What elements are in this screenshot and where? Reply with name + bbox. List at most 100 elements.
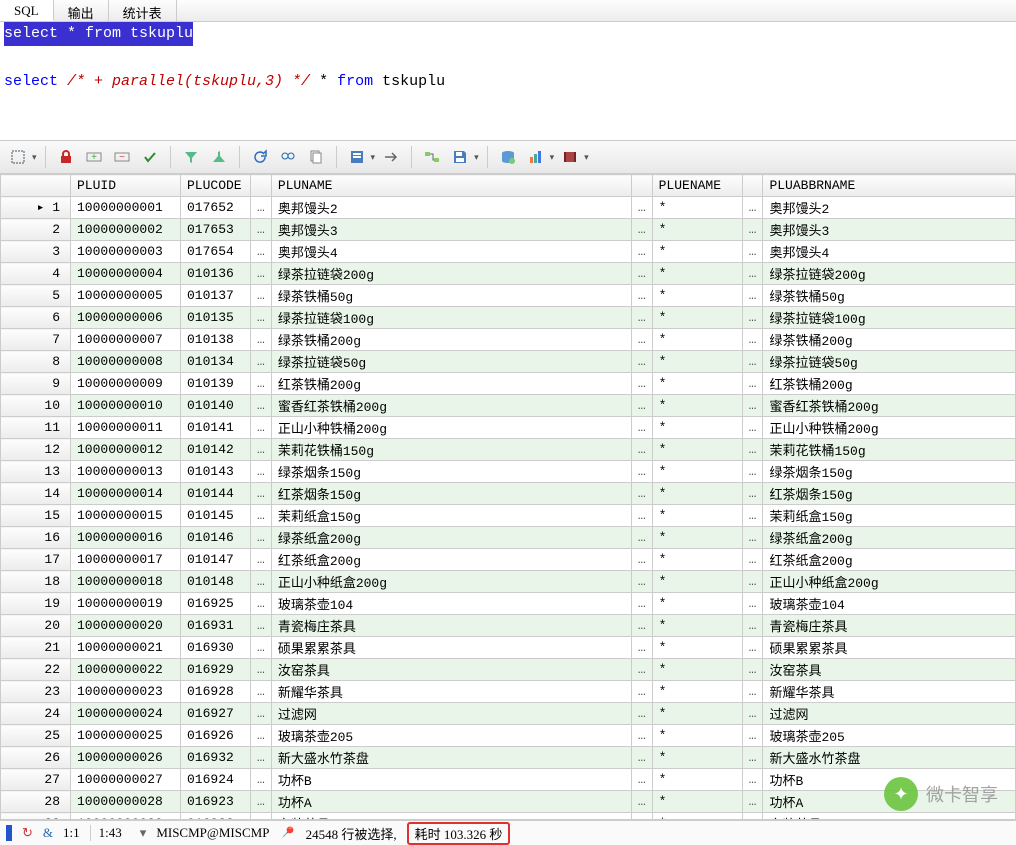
cell[interactable]: * xyxy=(652,373,742,395)
cell[interactable]: 3 xyxy=(1,241,71,263)
cell[interactable]: 玻璃茶壶205 xyxy=(271,725,631,747)
cell[interactable]: 奥邦馒头3 xyxy=(763,219,1016,241)
cell[interactable]: 茉莉花铁桶150g xyxy=(763,439,1016,461)
cell[interactable]: * xyxy=(652,329,742,351)
cell[interactable]: … xyxy=(742,439,763,461)
cell[interactable]: … xyxy=(631,417,652,439)
cell[interactable]: 玻璃茶壶205 xyxy=(763,725,1016,747)
cell[interactable]: 017653 xyxy=(181,219,251,241)
cell[interactable]: 016924 xyxy=(181,769,251,791)
table-row[interactable]: 310000000003017654…奥邦馒头4…*…奥邦馒头4 xyxy=(1,241,1016,263)
cell[interactable]: 12 xyxy=(1,439,71,461)
cell[interactable]: * xyxy=(652,527,742,549)
cell[interactable]: … xyxy=(631,351,652,373)
cell[interactable]: … xyxy=(631,747,652,769)
column-header[interactable] xyxy=(1,175,71,197)
cell[interactable]: … xyxy=(631,219,652,241)
cell[interactable]: 010137 xyxy=(181,285,251,307)
cell[interactable]: 奥邦馒头4 xyxy=(763,241,1016,263)
cell[interactable]: 017652 xyxy=(181,197,251,219)
cell[interactable]: … xyxy=(742,791,763,813)
cell[interactable]: 010147 xyxy=(181,549,251,571)
cell[interactable]: … xyxy=(742,461,763,483)
cell[interactable]: 6 xyxy=(1,307,71,329)
cell[interactable]: 绿茶拉链袋100g xyxy=(271,307,631,329)
cell[interactable]: … xyxy=(742,527,763,549)
cell[interactable]: 10000000010 xyxy=(71,395,181,417)
cell[interactable]: 红茶烟条150g xyxy=(763,483,1016,505)
cell[interactable]: … xyxy=(631,285,652,307)
cell[interactable]: … xyxy=(631,571,652,593)
cell[interactable]: … xyxy=(251,329,272,351)
cell[interactable]: 7 xyxy=(1,329,71,351)
database-icon[interactable] xyxy=(496,145,520,169)
cell[interactable]: * xyxy=(652,395,742,417)
table-row[interactable]: 910000000009010139…红茶铁桶200g…*…红茶铁桶200g xyxy=(1,373,1016,395)
cell[interactable]: … xyxy=(631,681,652,703)
cell[interactable]: … xyxy=(251,351,272,373)
cell[interactable]: … xyxy=(251,483,272,505)
cell[interactable]: 010141 xyxy=(181,417,251,439)
table-row[interactable]: 1310000000013010143…绿茶烟条150g…*…绿茶烟条150g xyxy=(1,461,1016,483)
cell[interactable]: 10000000007 xyxy=(71,329,181,351)
cell[interactable]: … xyxy=(742,571,763,593)
table-row[interactable]: 1210000000012010142…茉莉花铁桶150g…*…茉莉花铁桶150… xyxy=(1,439,1016,461)
cell[interactable]: 27 xyxy=(1,769,71,791)
column-header[interactable]: PLUID xyxy=(71,175,181,197)
column-header[interactable]: PLUNAME xyxy=(271,175,631,197)
cell[interactable]: 青瓷梅庄茶具 xyxy=(271,615,631,637)
add-row-icon[interactable]: + xyxy=(82,145,106,169)
cell[interactable]: 10000000023 xyxy=(71,681,181,703)
cell[interactable]: 10000000014 xyxy=(71,483,181,505)
cell[interactable]: 10000000017 xyxy=(71,549,181,571)
cell[interactable]: … xyxy=(742,219,763,241)
table-row[interactable]: ▸ 110000000001017652…奥邦馒头2…*…奥邦馒头2 xyxy=(1,197,1016,219)
cell[interactable]: 功杯A xyxy=(271,791,631,813)
cell[interactable]: 绿茶铁桶200g xyxy=(763,329,1016,351)
cell[interactable]: 010145 xyxy=(181,505,251,527)
cell[interactable]: … xyxy=(742,417,763,439)
table-row[interactable]: 2410000000024016927…过滤网…*…过滤网 xyxy=(1,703,1016,725)
cell[interactable]: 10000000001 xyxy=(71,197,181,219)
cell[interactable]: 010139 xyxy=(181,373,251,395)
cell[interactable]: 010146 xyxy=(181,527,251,549)
cell[interactable]: * xyxy=(652,461,742,483)
cell[interactable]: 奥邦馒头2 xyxy=(763,197,1016,219)
cell[interactable]: … xyxy=(742,395,763,417)
cell[interactable]: … xyxy=(631,461,652,483)
cell[interactable]: 016923 xyxy=(181,791,251,813)
cell[interactable]: 过滤网 xyxy=(271,703,631,725)
cell[interactable]: 21 xyxy=(1,637,71,659)
cell[interactable]: … xyxy=(742,681,763,703)
cell[interactable]: 10000000021 xyxy=(71,637,181,659)
cell[interactable]: * xyxy=(652,659,742,681)
cell[interactable]: 9 xyxy=(1,373,71,395)
cell[interactable]: 茉莉花铁桶150g xyxy=(271,439,631,461)
cell[interactable]: … xyxy=(631,439,652,461)
cell[interactable]: 10000000027 xyxy=(71,769,181,791)
cell[interactable]: … xyxy=(631,703,652,725)
cell[interactable]: … xyxy=(742,329,763,351)
tab-stats[interactable]: 统计表 xyxy=(109,0,177,21)
cell[interactable]: 017654 xyxy=(181,241,251,263)
cell[interactable]: … xyxy=(742,307,763,329)
cell[interactable]: … xyxy=(251,219,272,241)
cell[interactable]: 10000000004 xyxy=(71,263,181,285)
cell[interactable]: 18 xyxy=(1,571,71,593)
cell[interactable]: 15 xyxy=(1,505,71,527)
cell[interactable]: 10000000012 xyxy=(71,439,181,461)
cell[interactable]: 绿茶烟条150g xyxy=(271,461,631,483)
cell[interactable]: … xyxy=(631,637,652,659)
cell[interactable]: 红茶纸盒200g xyxy=(271,549,631,571)
cell[interactable]: 10000000028 xyxy=(71,791,181,813)
cell[interactable]: 10000000002 xyxy=(71,219,181,241)
cell[interactable]: … xyxy=(742,769,763,791)
cell[interactable]: 10000000005 xyxy=(71,285,181,307)
cell[interactable]: 13 xyxy=(1,461,71,483)
cell[interactable]: 玻璃茶壶104 xyxy=(763,593,1016,615)
table-row[interactable]: 2110000000021016930…硕果累累茶具…*…硕果累累茶具 xyxy=(1,637,1016,659)
cell[interactable]: … xyxy=(251,571,272,593)
cell[interactable]: 19 xyxy=(1,593,71,615)
cell[interactable]: * xyxy=(652,747,742,769)
film-icon[interactable] xyxy=(558,145,582,169)
